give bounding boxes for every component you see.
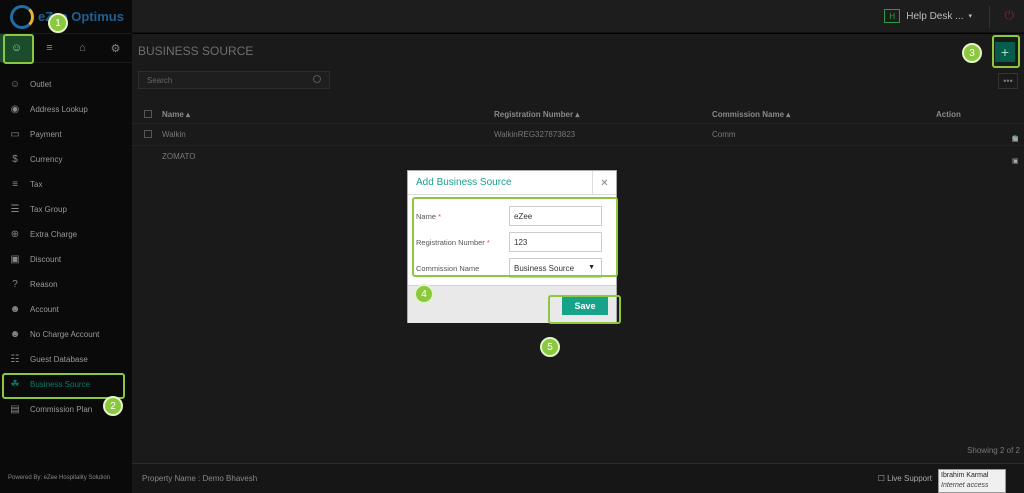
modal-title: Add Business Source bbox=[416, 177, 512, 188]
sidebar-item-label: Payment bbox=[30, 130, 62, 139]
gear-icon[interactable]: ⚙ bbox=[99, 34, 132, 62]
tooltip-name: Ibrahim Karmal bbox=[941, 472, 989, 479]
card-icon: ▭ bbox=[10, 129, 20, 140]
sidebar-item-label: Address Lookup bbox=[30, 105, 88, 114]
user-icon: ☺ bbox=[9, 79, 21, 90]
sidebar-item-label: Outlet bbox=[30, 80, 52, 89]
sidebar-item-label: Tax bbox=[30, 180, 43, 189]
divider bbox=[989, 6, 990, 28]
attach-icon[interactable]: − bbox=[1012, 157, 1016, 164]
sidebar-item-payment[interactable]: ▭ Payment bbox=[0, 122, 132, 147]
footer: Property Name : Demo Bhavesh ☐ Live Supp… bbox=[132, 463, 1024, 493]
database-icon: ☷ bbox=[10, 354, 20, 365]
sidebar-item-discount[interactable]: ▣ Discount bbox=[0, 247, 132, 272]
sidebar-item-reason[interactable]: ? Reason bbox=[0, 272, 132, 297]
helpdesk-icon: H bbox=[884, 9, 901, 23]
sidebar-item-account[interactable]: ☻ Account bbox=[0, 297, 132, 322]
column-name[interactable]: Name ▴ bbox=[162, 110, 190, 119]
modal-header: Add Business Source ✕ bbox=[408, 171, 616, 195]
sidebar-item-currency[interactable]: $ Currency bbox=[0, 147, 132, 172]
tooltip-sub: Internet access bbox=[941, 482, 989, 489]
sidebar-item-label: Extra Charge bbox=[30, 230, 78, 239]
sidebar: eZee Optimus ☺ ≡ ⌂ ⚙ ☺ Outlet ◉ Address Lo… bbox=[0, 0, 132, 493]
step-badge: 3 bbox=[962, 43, 982, 63]
sidebar-nav: ☺ Outlet ◉ Address Lookup ▭ Payment $ Curren… bbox=[0, 72, 132, 422]
sidebar-item-extra-charge[interactable]: ⊕ Extra Charge bbox=[0, 222, 132, 247]
pagination-status: Showing 2 of 2 bbox=[967, 446, 1020, 455]
table-header: Name ▴ Registration Number ▴ Commission … bbox=[132, 106, 1024, 123]
list-icon: ≡ bbox=[12, 179, 18, 190]
highlight-box bbox=[548, 295, 621, 324]
plus-circle-icon: ⊕ bbox=[10, 229, 20, 240]
highlight-box bbox=[992, 35, 1020, 68]
search-input[interactable]: Search bbox=[138, 71, 330, 89]
highlight-box bbox=[2, 373, 125, 399]
table-row[interactable]: ZOMATO ▣ − bbox=[132, 145, 1024, 167]
table-row[interactable]: Walkin WalkinREG327873823 Comm ▣ ✎ ▤ − bbox=[132, 123, 1024, 145]
gift-icon: ▣ bbox=[10, 254, 20, 265]
sidebar-item-label: Tax Group bbox=[30, 205, 67, 214]
logo-icon bbox=[10, 4, 34, 29]
question-icon: ? bbox=[12, 279, 18, 290]
search-placeholder: Search bbox=[147, 75, 173, 85]
power-icon[interactable]: ⏻ bbox=[1005, 8, 1015, 23]
sidebar-item-tax[interactable]: ≡ Tax bbox=[0, 172, 132, 197]
live-support-link[interactable]: ☐ Live Support bbox=[878, 474, 932, 483]
top-header: H Help Desk ... ▾ ⏻ bbox=[132, 0, 1024, 33]
list-group-icon: ☰ bbox=[10, 204, 20, 215]
sidebar-item-label: Discount bbox=[30, 255, 62, 264]
person-icon: ☻ bbox=[9, 304, 21, 315]
sidebar-item-label: No Charge Account bbox=[30, 330, 100, 339]
close-icon[interactable]: ✕ bbox=[592, 171, 616, 195]
chevron-down-icon: ▾ bbox=[968, 13, 972, 20]
sidebar-item-no-charge-account[interactable]: ☻ No Charge Account bbox=[0, 322, 132, 347]
more-options-button[interactable]: ••• bbox=[998, 73, 1018, 89]
sidebar-item-guest-database[interactable]: ☷ Guest Database bbox=[0, 347, 132, 372]
sidebar-item-address-lookup[interactable]: ◉ Address Lookup bbox=[0, 97, 132, 122]
attach-icon[interactable]: − bbox=[1012, 135, 1016, 142]
sidebar-item-label: Currency bbox=[30, 155, 63, 164]
menu-icon[interactable]: ≡ bbox=[33, 34, 66, 62]
row-name: Walkin bbox=[162, 130, 186, 139]
user-tooltip: Ibrahim Karmal Internet access bbox=[938, 469, 1006, 493]
select-all-checkbox[interactable] bbox=[144, 110, 152, 118]
property-name: Property Name : Demo Bhavesh bbox=[142, 474, 258, 483]
cart-icon[interactable]: ⌂ bbox=[66, 34, 99, 62]
sidebar-item-label: Guest Database bbox=[30, 355, 88, 364]
step-badge: 4 bbox=[414, 284, 434, 304]
highlight-box bbox=[412, 197, 618, 277]
sidebar-item-label: Reason bbox=[30, 280, 58, 289]
row-name: ZOMATO bbox=[162, 152, 196, 161]
search-icon bbox=[313, 75, 321, 83]
money-icon: ▤ bbox=[10, 404, 20, 415]
row-commission: Comm bbox=[712, 130, 736, 139]
highlight-box bbox=[3, 34, 34, 64]
sidebar-item-tax-group[interactable]: ☰ Tax Group bbox=[0, 197, 132, 222]
row-checkbox[interactable] bbox=[144, 130, 152, 138]
step-badge: 2 bbox=[103, 396, 123, 416]
helpdesk-menu[interactable]: H Help Desk ... ▾ bbox=[884, 9, 972, 23]
row-registration: WalkinREG327873823 bbox=[494, 130, 576, 139]
sidebar-item-label: Commission Plan bbox=[30, 405, 93, 414]
column-action: Action bbox=[936, 110, 961, 119]
sidebar-item-outlet[interactable]: ☺ Outlet bbox=[0, 72, 132, 97]
page-title: BUSINESS SOURCE bbox=[138, 44, 254, 58]
powered-by: Powered By: eZee Hospitality Solution bbox=[8, 475, 111, 481]
person-icon: ☻ bbox=[9, 329, 21, 340]
step-badge: 5 bbox=[540, 337, 560, 357]
dollar-icon: $ bbox=[12, 154, 18, 165]
sidebar-item-label: Account bbox=[30, 305, 59, 314]
step-badge: 1 bbox=[48, 13, 68, 33]
column-registration[interactable]: Registration Number ▴ bbox=[494, 110, 579, 119]
helpdesk-label: Help Desk ... bbox=[906, 10, 964, 22]
map-pin-icon: ◉ bbox=[10, 104, 20, 115]
column-commission[interactable]: Commission Name ▴ bbox=[712, 110, 790, 119]
